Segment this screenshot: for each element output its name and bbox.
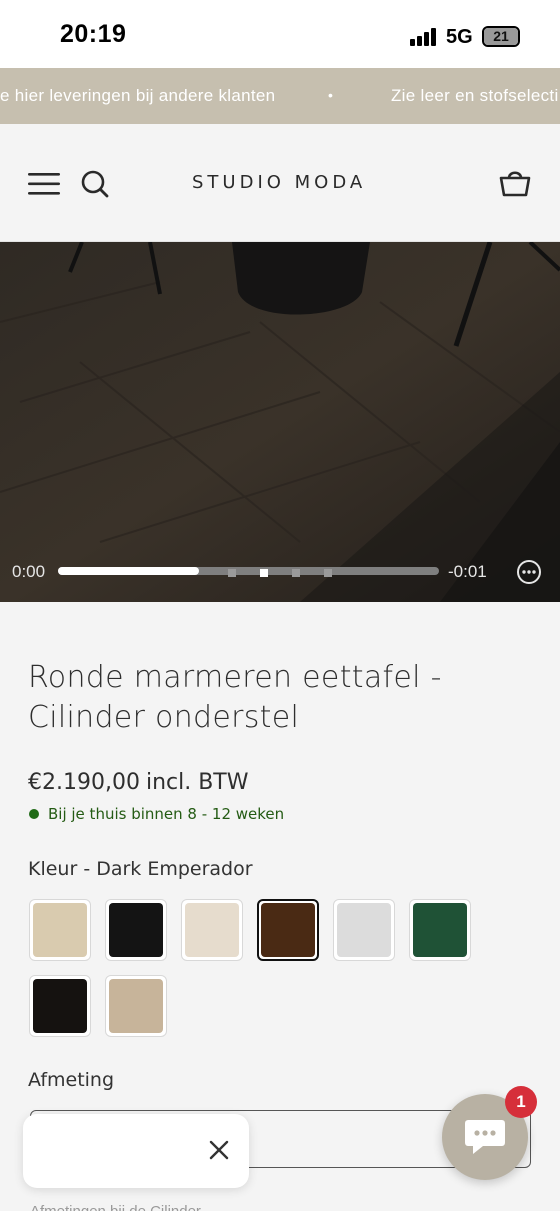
- notification-popup[interactable]: [23, 1114, 249, 1188]
- product-price: €2.190,00 incl. BTW: [28, 770, 249, 795]
- colour-label: Kleur - Dark Emperador: [28, 858, 253, 880]
- announcement-separator: •: [328, 87, 334, 103]
- pager-dot[interactable]: [260, 569, 268, 577]
- colour-swatch-fill: [109, 979, 163, 1033]
- colour-swatch-fill: [109, 903, 163, 957]
- network-label: 5G: [446, 26, 473, 48]
- video-remaining-time: -0:01: [448, 562, 487, 581]
- colour-swatch-fill: [261, 903, 315, 957]
- video-current-time: 0:00: [12, 562, 46, 581]
- video-progress-fill: [58, 567, 199, 575]
- pager-dot[interactable]: [292, 569, 300, 577]
- colour-swatch[interactable]: [333, 899, 395, 961]
- more-options-icon[interactable]: [516, 559, 542, 585]
- status-time: 20:19: [60, 20, 127, 48]
- colour-swatch[interactable]: [409, 899, 471, 961]
- chat-unread-badge: 1: [505, 1086, 537, 1118]
- colour-swatch-fill: [413, 903, 467, 957]
- site-header: STUDIO MODA: [0, 124, 560, 242]
- colour-swatch[interactable]: [105, 975, 167, 1037]
- product-video[interactable]: 0:00 -0:01: [0, 242, 560, 602]
- menu-icon[interactable]: [28, 172, 62, 196]
- price-value: €2.190,00: [28, 770, 140, 795]
- chat-icon: [465, 1120, 505, 1154]
- colour-swatch[interactable]: [105, 899, 167, 961]
- stock-dot-icon: [29, 809, 39, 819]
- size-label: Afmeting: [28, 1069, 115, 1091]
- colour-swatch[interactable]: [181, 899, 243, 961]
- basket-icon[interactable]: [498, 166, 532, 198]
- colour-swatch[interactable]: [29, 975, 91, 1037]
- size-description: Afmetingen bij de Cilinder...: [30, 1203, 213, 1211]
- close-icon[interactable]: [207, 1138, 231, 1162]
- search-icon[interactable]: [80, 169, 110, 199]
- video-frame: [0, 242, 560, 602]
- battery-icon: 21: [482, 26, 520, 47]
- colour-swatch-fill: [33, 979, 87, 1033]
- video-progress-bar[interactable]: [58, 567, 439, 575]
- announcement-bar[interactable]: e hier leveringen bij andere klanten • Z…: [0, 68, 560, 124]
- colour-swatch-fill: [33, 903, 87, 957]
- colour-swatch-fill: [337, 903, 391, 957]
- colour-swatch[interactable]: [257, 899, 319, 961]
- product-title: Ronde marmeren eettafel - Cilinder onder…: [28, 660, 442, 735]
- colour-swatch-fill: [185, 903, 239, 957]
- delivery-text: Bij je thuis binnen 8 - 12 weken: [48, 805, 285, 823]
- status-bar: 20:19 5G 21: [0, 0, 560, 68]
- delivery-status: Bij je thuis binnen 8 - 12 weken: [29, 805, 284, 823]
- signal-icon: [410, 28, 438, 46]
- announcement-message[interactable]: Zie leer en stofselecti: [391, 86, 559, 106]
- pager-dot[interactable]: [324, 569, 332, 577]
- battery-level: 21: [484, 28, 518, 45]
- announcement-message[interactable]: e hier leveringen bij andere klanten: [0, 86, 275, 106]
- pager-dot[interactable]: [228, 569, 236, 577]
- brand-logo[interactable]: STUDIO MODA: [192, 172, 366, 193]
- price-suffix: incl. BTW: [145, 770, 249, 795]
- colour-swatch[interactable]: [29, 899, 91, 961]
